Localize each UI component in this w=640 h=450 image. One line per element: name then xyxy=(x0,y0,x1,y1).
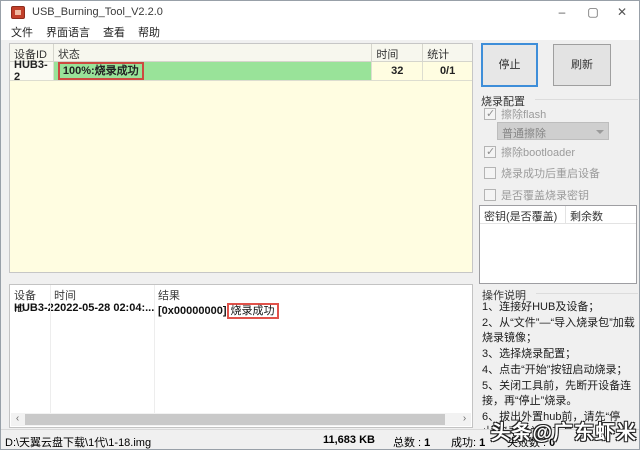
minimize-button[interactable]: – xyxy=(547,1,577,23)
status-cell: 100%:烧录成功 xyxy=(54,62,373,80)
log-table-header: 设备ID 时间 结果 xyxy=(10,285,472,302)
log-header-device-id: 设备ID xyxy=(10,285,50,302)
key-table: 密钥(是否覆盖) 剩余数 xyxy=(479,205,637,284)
refresh-button[interactable]: 刷新 xyxy=(553,44,611,86)
divider xyxy=(50,285,51,413)
instruction-step: 2、从“文件”—“导入烧录包”加载烧录镜像； xyxy=(482,316,639,346)
option-label: 烧录成功后重启设备 xyxy=(501,165,600,181)
key-table-header: 密钥(是否覆盖) 剩余数 xyxy=(480,206,636,224)
header-remaining: 剩余数 xyxy=(566,206,607,223)
option-reboot-after[interactable]: 烧录成功后重启设备 xyxy=(484,165,600,181)
time-cell: 32 xyxy=(372,62,423,80)
device-table-header: 设备ID 状态 时间 统计 xyxy=(10,44,472,62)
maximize-button[interactable]: ▢ xyxy=(578,1,608,23)
option-label: 是否覆盖烧录密钥 xyxy=(501,187,589,203)
log-result-code: [0x00000000] xyxy=(158,305,227,317)
device-id-cell: HUB3-2 xyxy=(10,62,54,80)
log-header-time: 时间 xyxy=(50,285,154,302)
horizontal-scrollbar[interactable]: ‹ › xyxy=(11,413,471,426)
checkbox-erase-flash[interactable] xyxy=(484,108,496,120)
option-overwrite-key[interactable]: 是否覆盖烧录密钥 xyxy=(484,187,589,203)
log-header-result: 结果 xyxy=(154,285,472,302)
chevron-down-icon xyxy=(596,130,604,134)
scrollbar-thumb[interactable] xyxy=(25,414,445,425)
option-label: 擦除flash xyxy=(501,106,546,122)
option-erase-flash[interactable]: 擦除flash xyxy=(484,106,546,122)
menu-view[interactable]: 查看 xyxy=(103,24,125,40)
menu-help[interactable]: 帮助 xyxy=(138,24,160,40)
title-bar: USB_Burning_Tool_V2.2.0 – ▢ ✕ xyxy=(1,1,639,23)
status-success-label: 成功: xyxy=(451,437,476,449)
status-success: 成功:1 xyxy=(451,434,485,450)
header-key-overwrite: 密钥(是否覆盖) xyxy=(480,206,566,223)
scroll-left-icon[interactable]: ‹ xyxy=(11,413,24,426)
checkbox-overwrite-key[interactable] xyxy=(484,189,496,201)
divider xyxy=(535,99,638,100)
close-button[interactable]: ✕ xyxy=(607,1,637,23)
table-row[interactable]: HUB3-2 100%:烧录成功 32 0/1 xyxy=(10,62,472,81)
log-result-annotated: 烧录成功 xyxy=(227,303,279,319)
erase-mode-value: 普通擦除 xyxy=(502,128,546,140)
log-row[interactable]: HUB3-2 2022-05-28 02:04:... [0x00000000]… xyxy=(10,302,472,318)
status-total-value: 1 xyxy=(424,437,430,449)
header-stats: 统计 xyxy=(423,44,472,61)
status-file-size: 11,683 KB xyxy=(323,434,375,446)
instruction-step: 5、关闭工具前，先断开设备连接，再“停止”烧录。 xyxy=(482,379,639,409)
status-text-annotated: 100%:烧录成功 xyxy=(58,62,144,80)
checkbox-erase-bootloader[interactable] xyxy=(484,146,496,158)
divider xyxy=(154,285,155,413)
header-status: 状态 xyxy=(54,44,373,61)
status-file-path: D:\天翼云盘下载\1代\1-18.img xyxy=(5,434,151,450)
app-window: USB_Burning_Tool_V2.2.0 – ▢ ✕ 文件 界面语言 查看… xyxy=(0,0,640,450)
window-title: USB_Burning_Tool_V2.2.0 xyxy=(32,6,163,18)
log-panel: 设备ID 时间 结果 HUB3-2 2022-05-28 02:04:... [… xyxy=(9,284,473,428)
header-time: 时间 xyxy=(372,44,423,61)
log-result: [0x00000000]烧录成功 xyxy=(154,302,472,318)
option-erase-bootloader[interactable]: 擦除bootloader xyxy=(484,144,575,160)
status-total: 总数 :1 xyxy=(393,434,430,450)
status-success-value: 1 xyxy=(479,437,485,449)
menu-language[interactable]: 界面语言 xyxy=(46,24,90,40)
log-time: 2022-05-28 02:04:... xyxy=(50,302,154,318)
checkbox-reboot-after[interactable] xyxy=(484,167,496,179)
divider xyxy=(536,293,638,294)
stop-button[interactable]: 停止 xyxy=(481,43,538,87)
instruction-step: 4、点击“开始”按钮启动烧录； xyxy=(482,363,639,378)
scroll-right-icon[interactable]: › xyxy=(458,413,471,426)
instruction-step: 1、连接好HUB及设备； xyxy=(482,300,639,315)
watermark: 头条@广东虾米 xyxy=(490,416,637,445)
stats-cell: 0/1 xyxy=(423,62,472,80)
option-label: 擦除bootloader xyxy=(501,144,575,160)
status-total-label: 总数 : xyxy=(393,437,421,449)
menu-file[interactable]: 文件 xyxy=(11,24,33,40)
log-device-id: HUB3-2 xyxy=(10,302,50,318)
app-icon xyxy=(11,6,25,19)
instruction-step: 3、选择烧录配置； xyxy=(482,347,639,362)
device-table: 设备ID 状态 时间 统计 HUB3-2 100%:烧录成功 32 0/1 xyxy=(9,43,473,273)
erase-mode-select[interactable]: 普通擦除 xyxy=(497,122,609,140)
menu-bar: 文件 界面语言 查看 帮助 xyxy=(1,23,639,40)
